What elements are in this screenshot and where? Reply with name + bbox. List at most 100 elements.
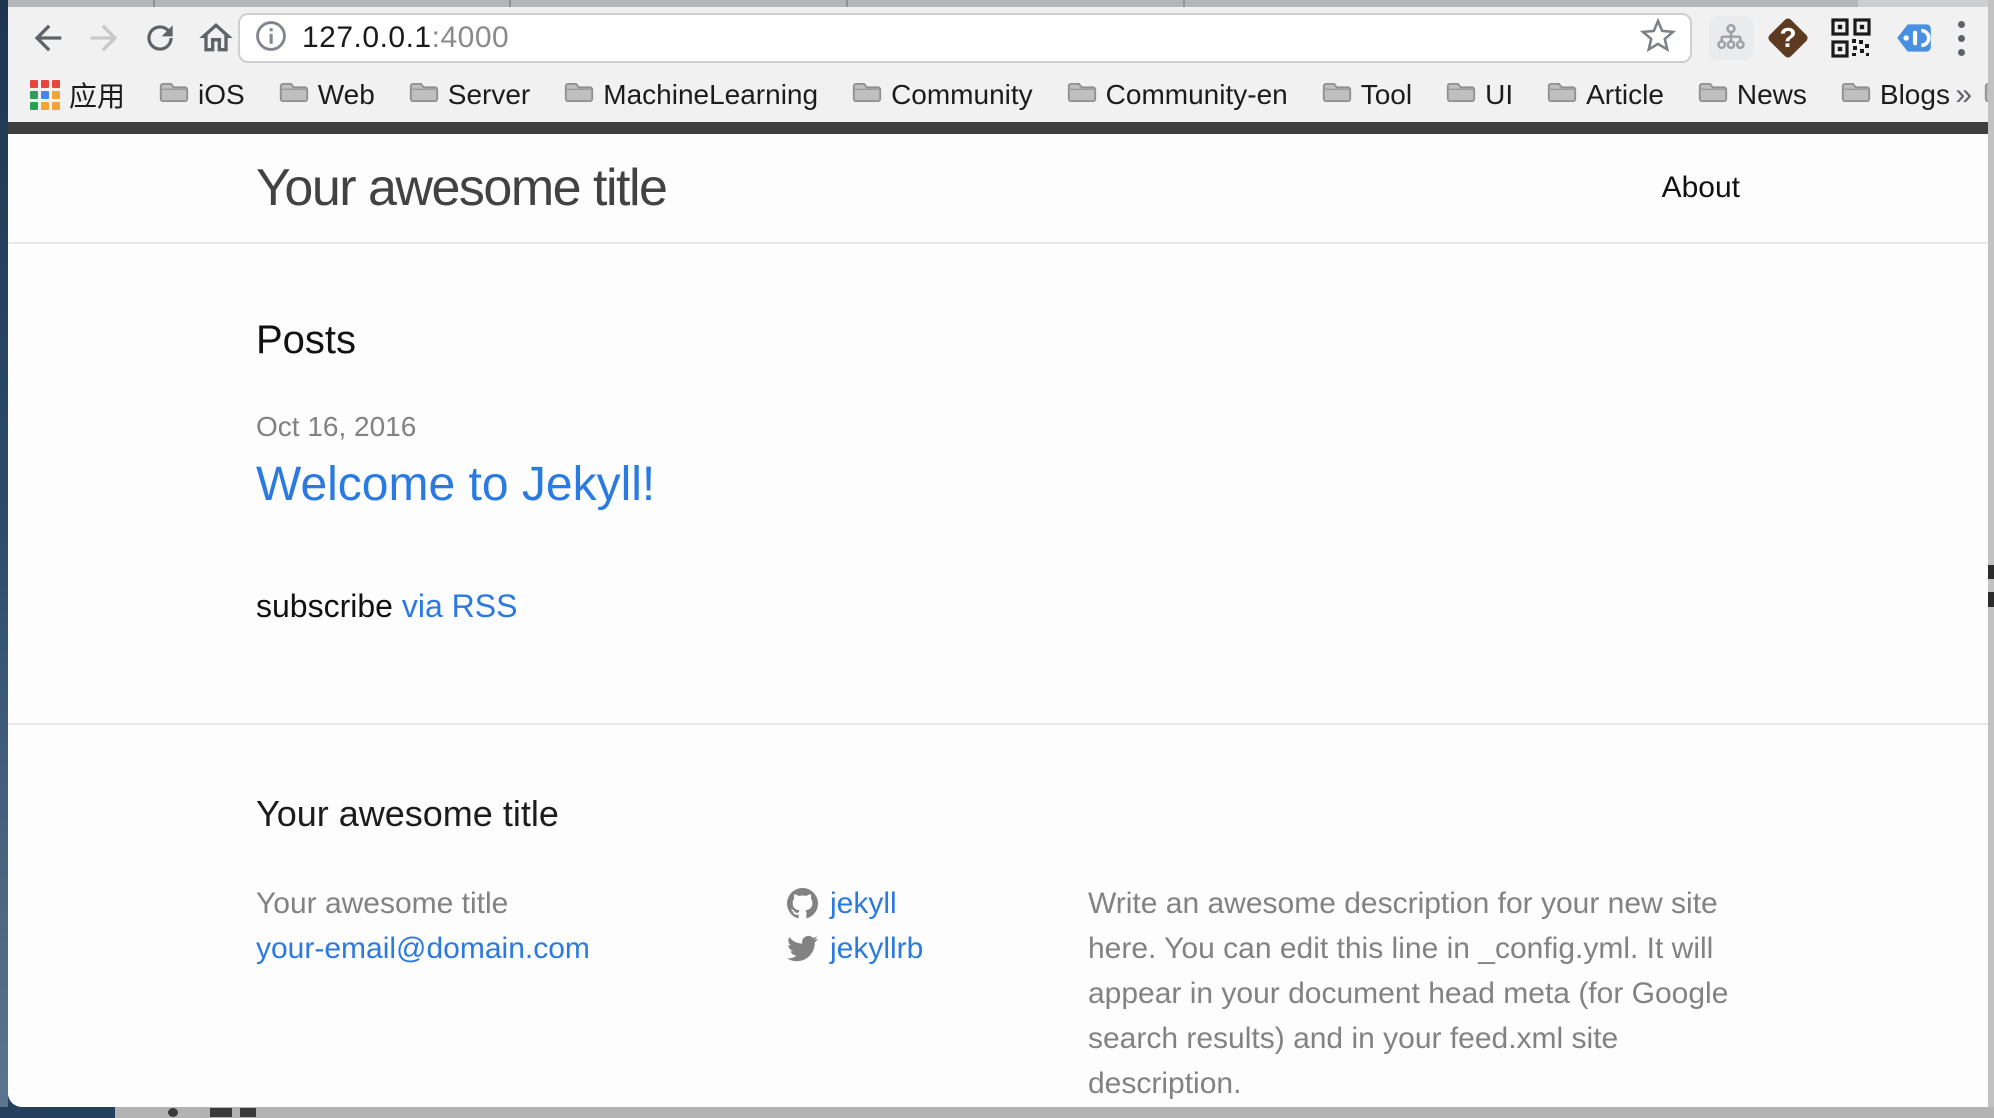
bookmarks-bar: 应用 iOS [8, 68, 1988, 122]
bookmark-folder[interactable]: Tool [1322, 79, 1412, 111]
sitemap-extension-icon[interactable] [1708, 15, 1754, 61]
home-button[interactable] [192, 15, 240, 61]
desktop-bottom-edge [0, 1107, 1994, 1118]
desktop-right-edge [1988, 0, 1994, 1118]
posts-heading: Posts [256, 318, 1740, 363]
web-page: Your awesome title About Posts Oct 16, 2… [8, 134, 1988, 1107]
bookmark-folder[interactable]: Community [852, 79, 1033, 111]
folder-icon [852, 79, 882, 111]
bookmark-folder[interactable]: Blogs [1841, 79, 1950, 111]
bookmark-folder[interactable]: iOS [159, 79, 245, 111]
bookmark-star-icon[interactable] [1640, 18, 1676, 59]
address-bar[interactable]: 127.0.0.1:4000 [238, 13, 1692, 63]
github-social-row: jekyll [787, 881, 1088, 926]
rss-link[interactable]: via RSS [402, 588, 518, 624]
reload-button[interactable] [136, 15, 184, 61]
folder-icon [1547, 79, 1577, 111]
url-host: 127.0.0.1 [302, 21, 432, 54]
bookmark-folder[interactable]: Article [1547, 79, 1664, 111]
dock-glyph [210, 1108, 232, 1117]
tab-separator [153, 0, 155, 7]
page-main: Posts Oct 16, 2016 Welcome to Jekyll! su… [8, 244, 1988, 723]
tab-strip[interactable] [8, 0, 1988, 7]
apps-grid-icon [30, 80, 60, 110]
browser-window: 127.0.0.1:4000 ? [8, 0, 1988, 1107]
blue-tag-extension-icon[interactable] [1891, 15, 1937, 61]
background-window-sliver [1988, 565, 1994, 579]
github-username-link[interactable]: jekyll [830, 881, 897, 926]
folder-icon [1698, 79, 1728, 111]
post-list: Oct 16, 2016 Welcome to Jekyll! [256, 411, 1740, 512]
footer-site-name: Your awesome title [256, 881, 787, 926]
bookmark-folder-label: Web [318, 79, 375, 111]
bookmark-folder-label: Server [448, 79, 530, 111]
twitter-icon [787, 933, 818, 964]
browser-toolbar: 127.0.0.1:4000 ? [8, 7, 1988, 68]
folder-icon [564, 79, 594, 111]
qr-code-extension-icon[interactable] [1828, 15, 1874, 61]
subscribe-line: subscribe via RSS [256, 588, 1740, 723]
back-button[interactable] [24, 15, 72, 61]
folder-icon [1841, 79, 1871, 111]
bookmark-folder-label: News [1737, 79, 1807, 111]
bookmark-folder-label: Tool [1361, 79, 1412, 111]
question-diamond-extension-icon[interactable]: ? [1765, 15, 1811, 61]
bookmark-folder-label: Article [1586, 79, 1664, 111]
forward-button[interactable] [80, 15, 128, 61]
site-title-link[interactable]: Your awesome title [256, 158, 666, 218]
bookmark-folder[interactable]: UI [1446, 79, 1513, 111]
bookmark-folder[interactable]: Web [279, 79, 375, 111]
bookmark-folder-label: Community [891, 79, 1033, 111]
dock-glyph [168, 1108, 178, 1117]
bookmark-folder[interactable]: MaintainBlog [1984, 79, 1988, 111]
url-text[interactable]: 127.0.0.1:4000 [302, 21, 509, 55]
folder-icon [1322, 79, 1352, 111]
folder-icon [1446, 79, 1476, 111]
folder-icon [159, 79, 189, 111]
footer-col-social: jekyll jekyllrb [787, 881, 1088, 1106]
post-item: Oct 16, 2016 Welcome to Jekyll! [256, 411, 1740, 512]
subscribe-text: subscribe [256, 588, 402, 624]
bookmark-apps-label: 应用 [69, 75, 125, 115]
folder-icon [409, 79, 439, 111]
footer-description: Write an awesome description for your ne… [1088, 881, 1740, 1106]
footer-col-contact: Your awesome title your-email@domain.com [256, 881, 787, 1106]
active-tab-sliver[interactable] [1858, 0, 1988, 7]
bookmark-folder[interactable]: Community-en [1067, 79, 1288, 111]
question-glyph: ? [1766, 16, 1810, 60]
background-window-sliver [1988, 592, 1994, 607]
footer-heading: Your awesome title [256, 793, 1740, 835]
tab-separator [1183, 0, 1185, 7]
bookmark-folder-label: Community-en [1106, 79, 1288, 111]
bookmark-folder[interactable]: Server [409, 79, 530, 111]
bookmark-folder-list: iOS Web [159, 79, 1988, 111]
bookmark-folder[interactable]: News [1698, 79, 1807, 111]
page-info-icon[interactable] [254, 19, 288, 58]
tab-separator [846, 0, 848, 7]
bookmark-folder[interactable]: MachineLearning [564, 79, 818, 111]
bookmark-folder-label: iOS [198, 79, 245, 111]
folder-icon [1984, 79, 1988, 111]
bookmarks-overflow-chevron[interactable]: » [1955, 68, 1972, 122]
twitter-username-link[interactable]: jekyllrb [830, 926, 923, 971]
nav-about-link[interactable]: About [1662, 171, 1740, 204]
footer-email-link[interactable]: your-email@domain.com [256, 932, 590, 965]
post-title-link[interactable]: Welcome to Jekyll! [256, 457, 655, 512]
folder-icon [279, 79, 309, 111]
site-nav: About [1662, 171, 1740, 205]
bookmark-folder-label: UI [1485, 79, 1513, 111]
url-port: :4000 [432, 21, 510, 54]
bookmark-apps[interactable]: 应用 [30, 75, 125, 115]
folder-icon [1067, 79, 1097, 111]
github-icon [787, 888, 818, 919]
tab-separator [509, 0, 511, 7]
site-footer: Your awesome title Your awesome title yo… [8, 723, 1988, 1106]
browser-menu-icon[interactable] [1946, 15, 1976, 61]
bookmark-folder-label: Blogs [1880, 79, 1950, 111]
site-header-top-border [8, 122, 1988, 134]
site-header: Your awesome title About [8, 134, 1988, 244]
desktop-left-edge [0, 0, 8, 1118]
bookmark-folder-label: MachineLearning [603, 79, 818, 111]
desktop-bottom-navy [0, 1107, 115, 1118]
post-date: Oct 16, 2016 [256, 411, 1740, 443]
